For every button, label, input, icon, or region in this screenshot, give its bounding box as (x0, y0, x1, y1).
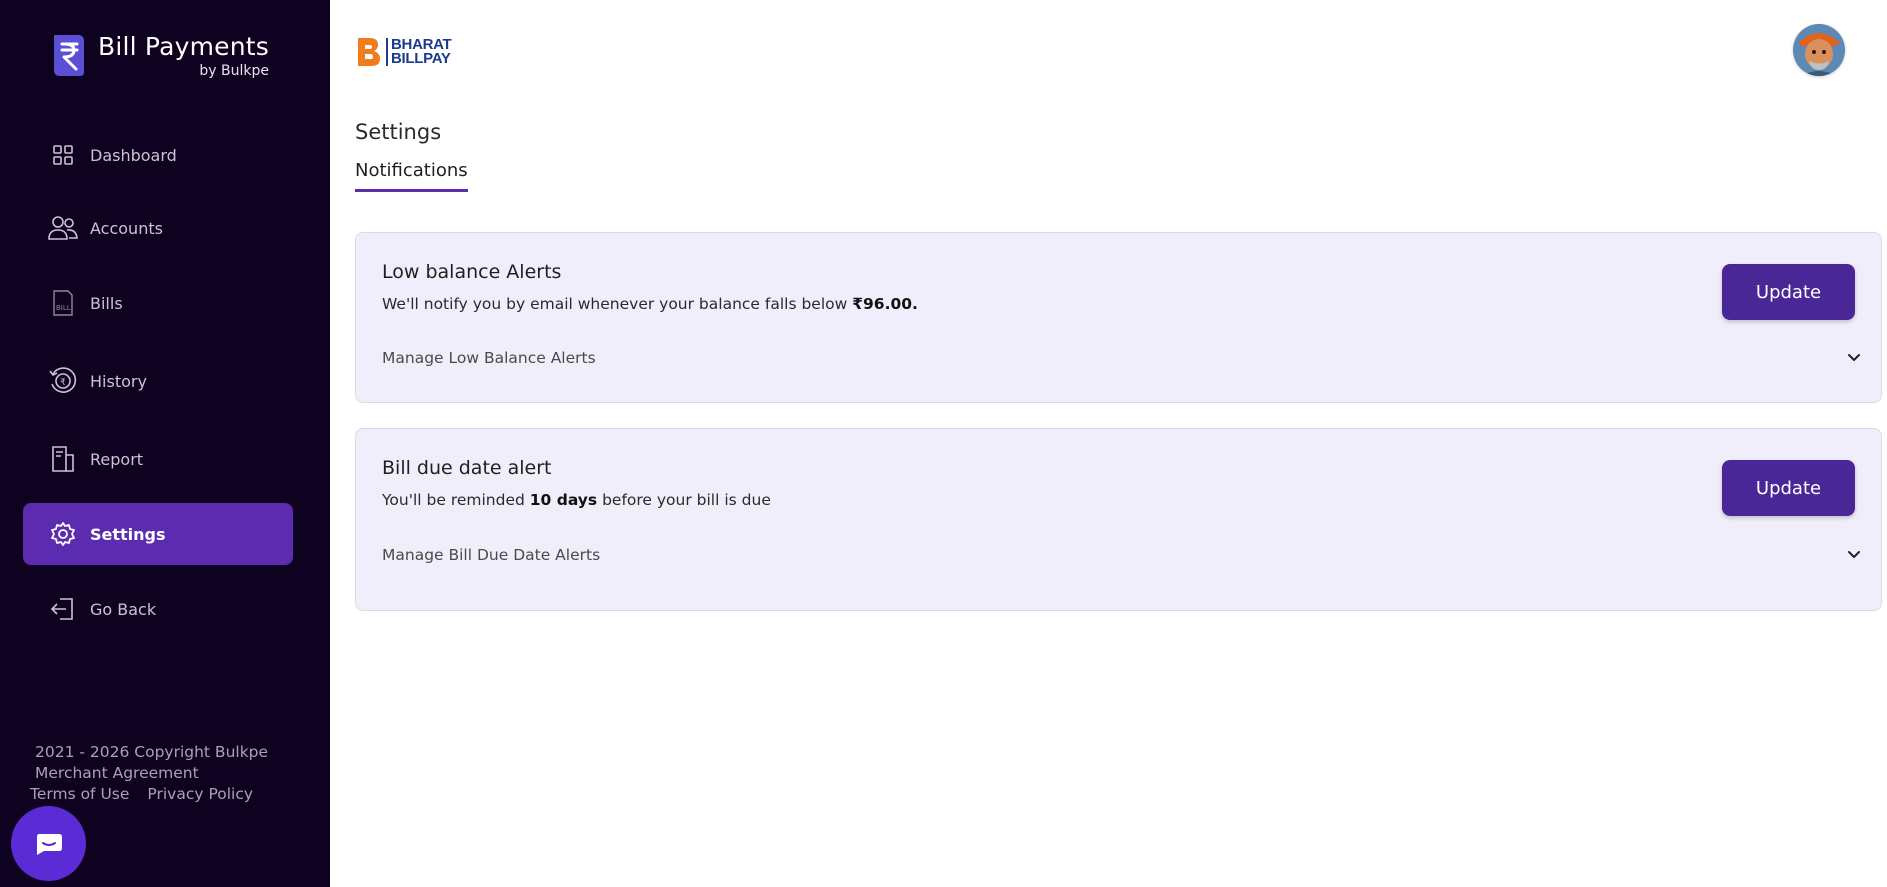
page-title: Settings (355, 120, 442, 144)
update-low-balance-button[interactable]: Update (1722, 264, 1855, 320)
chat-button[interactable] (11, 806, 86, 881)
brand-subtitle: by Bulkpe (199, 63, 270, 79)
terms-of-use-link[interactable]: Terms of Use (30, 784, 129, 805)
sidebar-item-label: Bills (90, 293, 123, 313)
sidebar-item-accounts[interactable]: Accounts (23, 197, 293, 259)
bill-icon: BILL (48, 288, 78, 318)
manage-low-balance-alerts-toggle[interactable]: Manage Low Balance Alerts (382, 346, 1862, 370)
sidebar-item-go-back[interactable]: Go Back (23, 578, 293, 640)
report-icon (48, 444, 78, 474)
tab-notifications[interactable]: Notifications (355, 160, 468, 192)
sidebar-item-label: Go Back (90, 599, 157, 619)
sidebar-item-label: History (90, 371, 147, 391)
manage-label: Manage Low Balance Alerts (382, 349, 596, 367)
accounts-icon (48, 213, 78, 243)
sidebar-item-bills[interactable]: BILL Bills (23, 272, 293, 334)
sidebar-item-dashboard[interactable]: Dashboard (23, 124, 293, 186)
sidebar-item-report[interactable]: Report (23, 428, 293, 490)
sidebar-item-settings[interactable]: Settings (23, 503, 293, 565)
sidebar-item-history[interactable]: ₹ History (23, 350, 293, 412)
logo-line-2: BILLPAY (391, 50, 451, 67)
main-content: BHARAT BILLPAY Settings Notifications Lo… (330, 0, 1887, 887)
bharat-billpay-mark-icon (358, 38, 380, 66)
svg-text:BILL: BILL (56, 304, 71, 312)
chevron-down-icon (1848, 551, 1860, 558)
copyright-text: 2021 - 2026 Copyright Bulkpe (35, 743, 269, 761)
reminder-days-value: 10 days (529, 491, 598, 509)
merchant-agreement-link[interactable]: Merchant Agreement (30, 763, 268, 784)
sidebar-footer: 2021 - 2026 Copyright Bulkpe Merchant Ag… (30, 742, 268, 805)
manage-bill-due-date-alerts-toggle[interactable]: Manage Bill Due Date Alerts (382, 543, 1862, 567)
sidebar-item-label: Accounts (90, 218, 163, 238)
logout-icon (48, 594, 78, 624)
privacy-policy-link[interactable]: Privacy Policy (147, 784, 253, 805)
card-description: You'll be reminded 10 days before your b… (382, 491, 771, 509)
sidebar-item-label: Report (90, 449, 144, 469)
bharat-billpay-logo: BHARAT BILLPAY (356, 36, 452, 68)
update-bill-due-button[interactable]: Update (1722, 460, 1855, 516)
card-title: Bill due date alert (382, 457, 552, 479)
brand-title: Bill Payments (98, 32, 270, 61)
chevron-down-icon (1848, 354, 1860, 361)
user-avatar-icon (1793, 24, 1845, 76)
manage-label: Manage Bill Due Date Alerts (382, 546, 601, 564)
balance-threshold-value: ₹96.00. (852, 295, 918, 313)
sidebar-item-label: Dashboard (90, 145, 177, 165)
gear-icon (48, 519, 78, 549)
sidebar: Bill Payments by Bulkpe Dashboard Accoun… (0, 0, 330, 887)
chat-icon (36, 833, 62, 855)
avatar[interactable] (1793, 24, 1845, 76)
rupee-logo-icon (54, 35, 84, 76)
dashboard-icon (48, 140, 78, 170)
card-title: Low balance Alerts (382, 261, 562, 283)
brand[interactable]: Bill Payments by Bulkpe (50, 32, 269, 80)
card-description: We'll notify you by email whenever your … (382, 295, 918, 313)
sidebar-item-label: Settings (90, 524, 166, 544)
bill-due-date-alert-card: Bill due date alert You'll be reminded 1… (355, 428, 1882, 611)
history-icon: ₹ (48, 366, 78, 396)
low-balance-alert-card: Low balance Alerts We'll notify you by e… (355, 232, 1882, 403)
svg-text:₹: ₹ (60, 378, 66, 388)
